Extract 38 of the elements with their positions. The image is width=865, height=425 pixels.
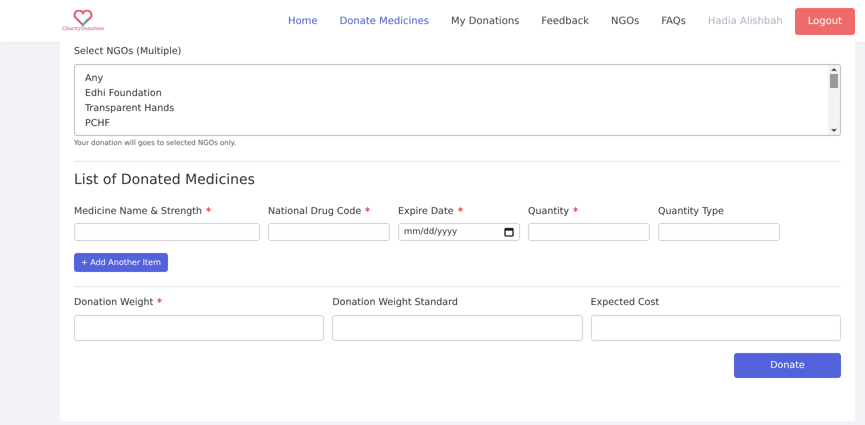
user-name: Hadia Alishbah bbox=[708, 16, 783, 26]
listbox-option[interactable]: PCHF bbox=[85, 116, 818, 131]
listbox-option[interactable]: Transparent Hands bbox=[85, 101, 818, 116]
field-label: Donation Weight bbox=[74, 297, 154, 308]
field-label: Select NGOs (Multiple) bbox=[74, 46, 182, 57]
field-label: Quantity Type bbox=[658, 206, 724, 217]
field-label: Quantity bbox=[528, 206, 570, 217]
input-field[interactable] bbox=[528, 223, 650, 241]
scrollbar-thumb[interactable] bbox=[830, 74, 838, 88]
calendar-icon[interactable] bbox=[504, 227, 514, 237]
nav-link[interactable]: Home bbox=[288, 16, 318, 26]
listbox-option[interactable]: Any bbox=[85, 71, 818, 86]
ngo-listbox[interactable]: Any Edhi Foundation Transparent Hands PCHF bbox=[74, 64, 841, 136]
field-label: Expire Date bbox=[398, 206, 454, 217]
scrollbar[interactable] bbox=[828, 65, 840, 135]
field-label: National Drug Code bbox=[268, 206, 362, 217]
donate-button[interactable]: Donate bbox=[734, 353, 841, 378]
input-field[interactable] bbox=[332, 315, 583, 341]
nav-link[interactable]: My Donations bbox=[451, 16, 520, 26]
scroll-down-icon[interactable] bbox=[831, 128, 837, 133]
field-label: Donation Weight Standard bbox=[332, 297, 458, 308]
nav-link[interactable]: NGOs bbox=[611, 16, 640, 26]
field-label: Expected Cost bbox=[590, 297, 660, 308]
field-label: Medicine Name & Strength bbox=[74, 206, 202, 217]
scroll-up-icon[interactable] bbox=[831, 67, 837, 72]
date-field[interactable]: mm/dd/yyyy bbox=[398, 223, 520, 241]
nav-link[interactable]: Feedback bbox=[541, 16, 589, 26]
input-field[interactable] bbox=[74, 223, 260, 241]
heart-logo-icon bbox=[72, 10, 94, 26]
section-title: List of Donated Medicines bbox=[74, 172, 256, 188]
input-field[interactable] bbox=[268, 223, 390, 241]
input-field[interactable] bbox=[590, 315, 841, 341]
input-field[interactable] bbox=[74, 315, 324, 341]
listbox-option[interactable]: Edhi Foundation bbox=[85, 86, 818, 101]
add-item-button[interactable]: + Add Another Item bbox=[74, 253, 168, 272]
nav-link[interactable]: Donate Medicines bbox=[340, 16, 429, 26]
nav-link[interactable]: FAQs bbox=[661, 16, 686, 26]
input-field[interactable] bbox=[658, 223, 780, 241]
